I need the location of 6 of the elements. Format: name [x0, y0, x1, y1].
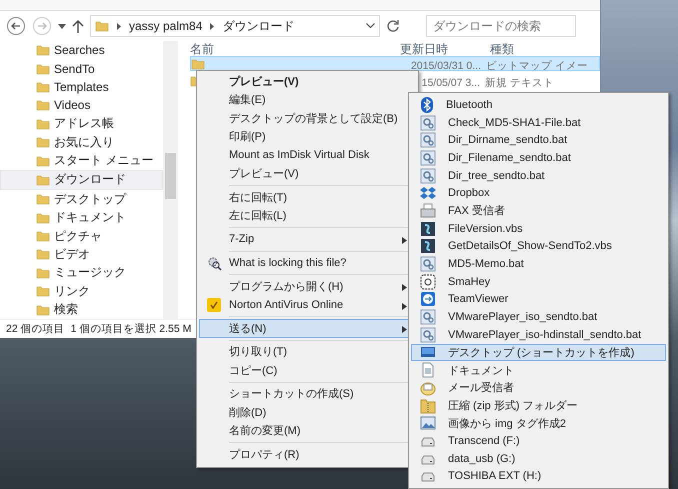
item-count: 22 個の項目 [6, 322, 65, 336]
table-cell-text: 2015/03/31 0... [410, 60, 481, 72]
table-cell-text: 15/05/07 3... [420, 76, 480, 88]
selection-info: 1 個の項目を選択 2.55 M [70, 322, 192, 336]
table-cell-text: ビットマップ イメー [486, 58, 589, 72]
table-cell-text: 新規 テキスト [485, 76, 555, 90]
